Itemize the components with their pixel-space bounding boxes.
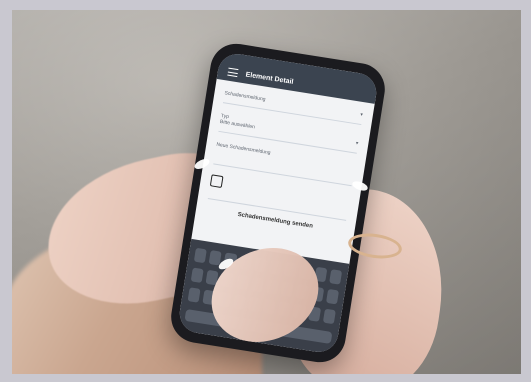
section-label: Schadensmeldung bbox=[224, 90, 266, 103]
keyboard-key[interactable] bbox=[322, 308, 336, 325]
keyboard-key[interactable] bbox=[193, 247, 208, 264]
keyboard-key[interactable] bbox=[328, 269, 343, 285]
keyboard-key[interactable] bbox=[187, 287, 201, 303]
hamburger-menu-icon[interactable] bbox=[227, 67, 239, 78]
camera-icon[interactable] bbox=[209, 174, 224, 189]
chevron-down-icon: ▾ bbox=[359, 111, 364, 119]
header-title: Element Detail bbox=[245, 70, 294, 86]
photo: Element Detail Schadensmeldung ▾ Typ Bit… bbox=[12, 10, 521, 374]
chevron-down-icon: ▾ bbox=[355, 140, 359, 147]
keyboard-key[interactable] bbox=[325, 288, 340, 305]
keyboard-key[interactable] bbox=[190, 267, 204, 284]
